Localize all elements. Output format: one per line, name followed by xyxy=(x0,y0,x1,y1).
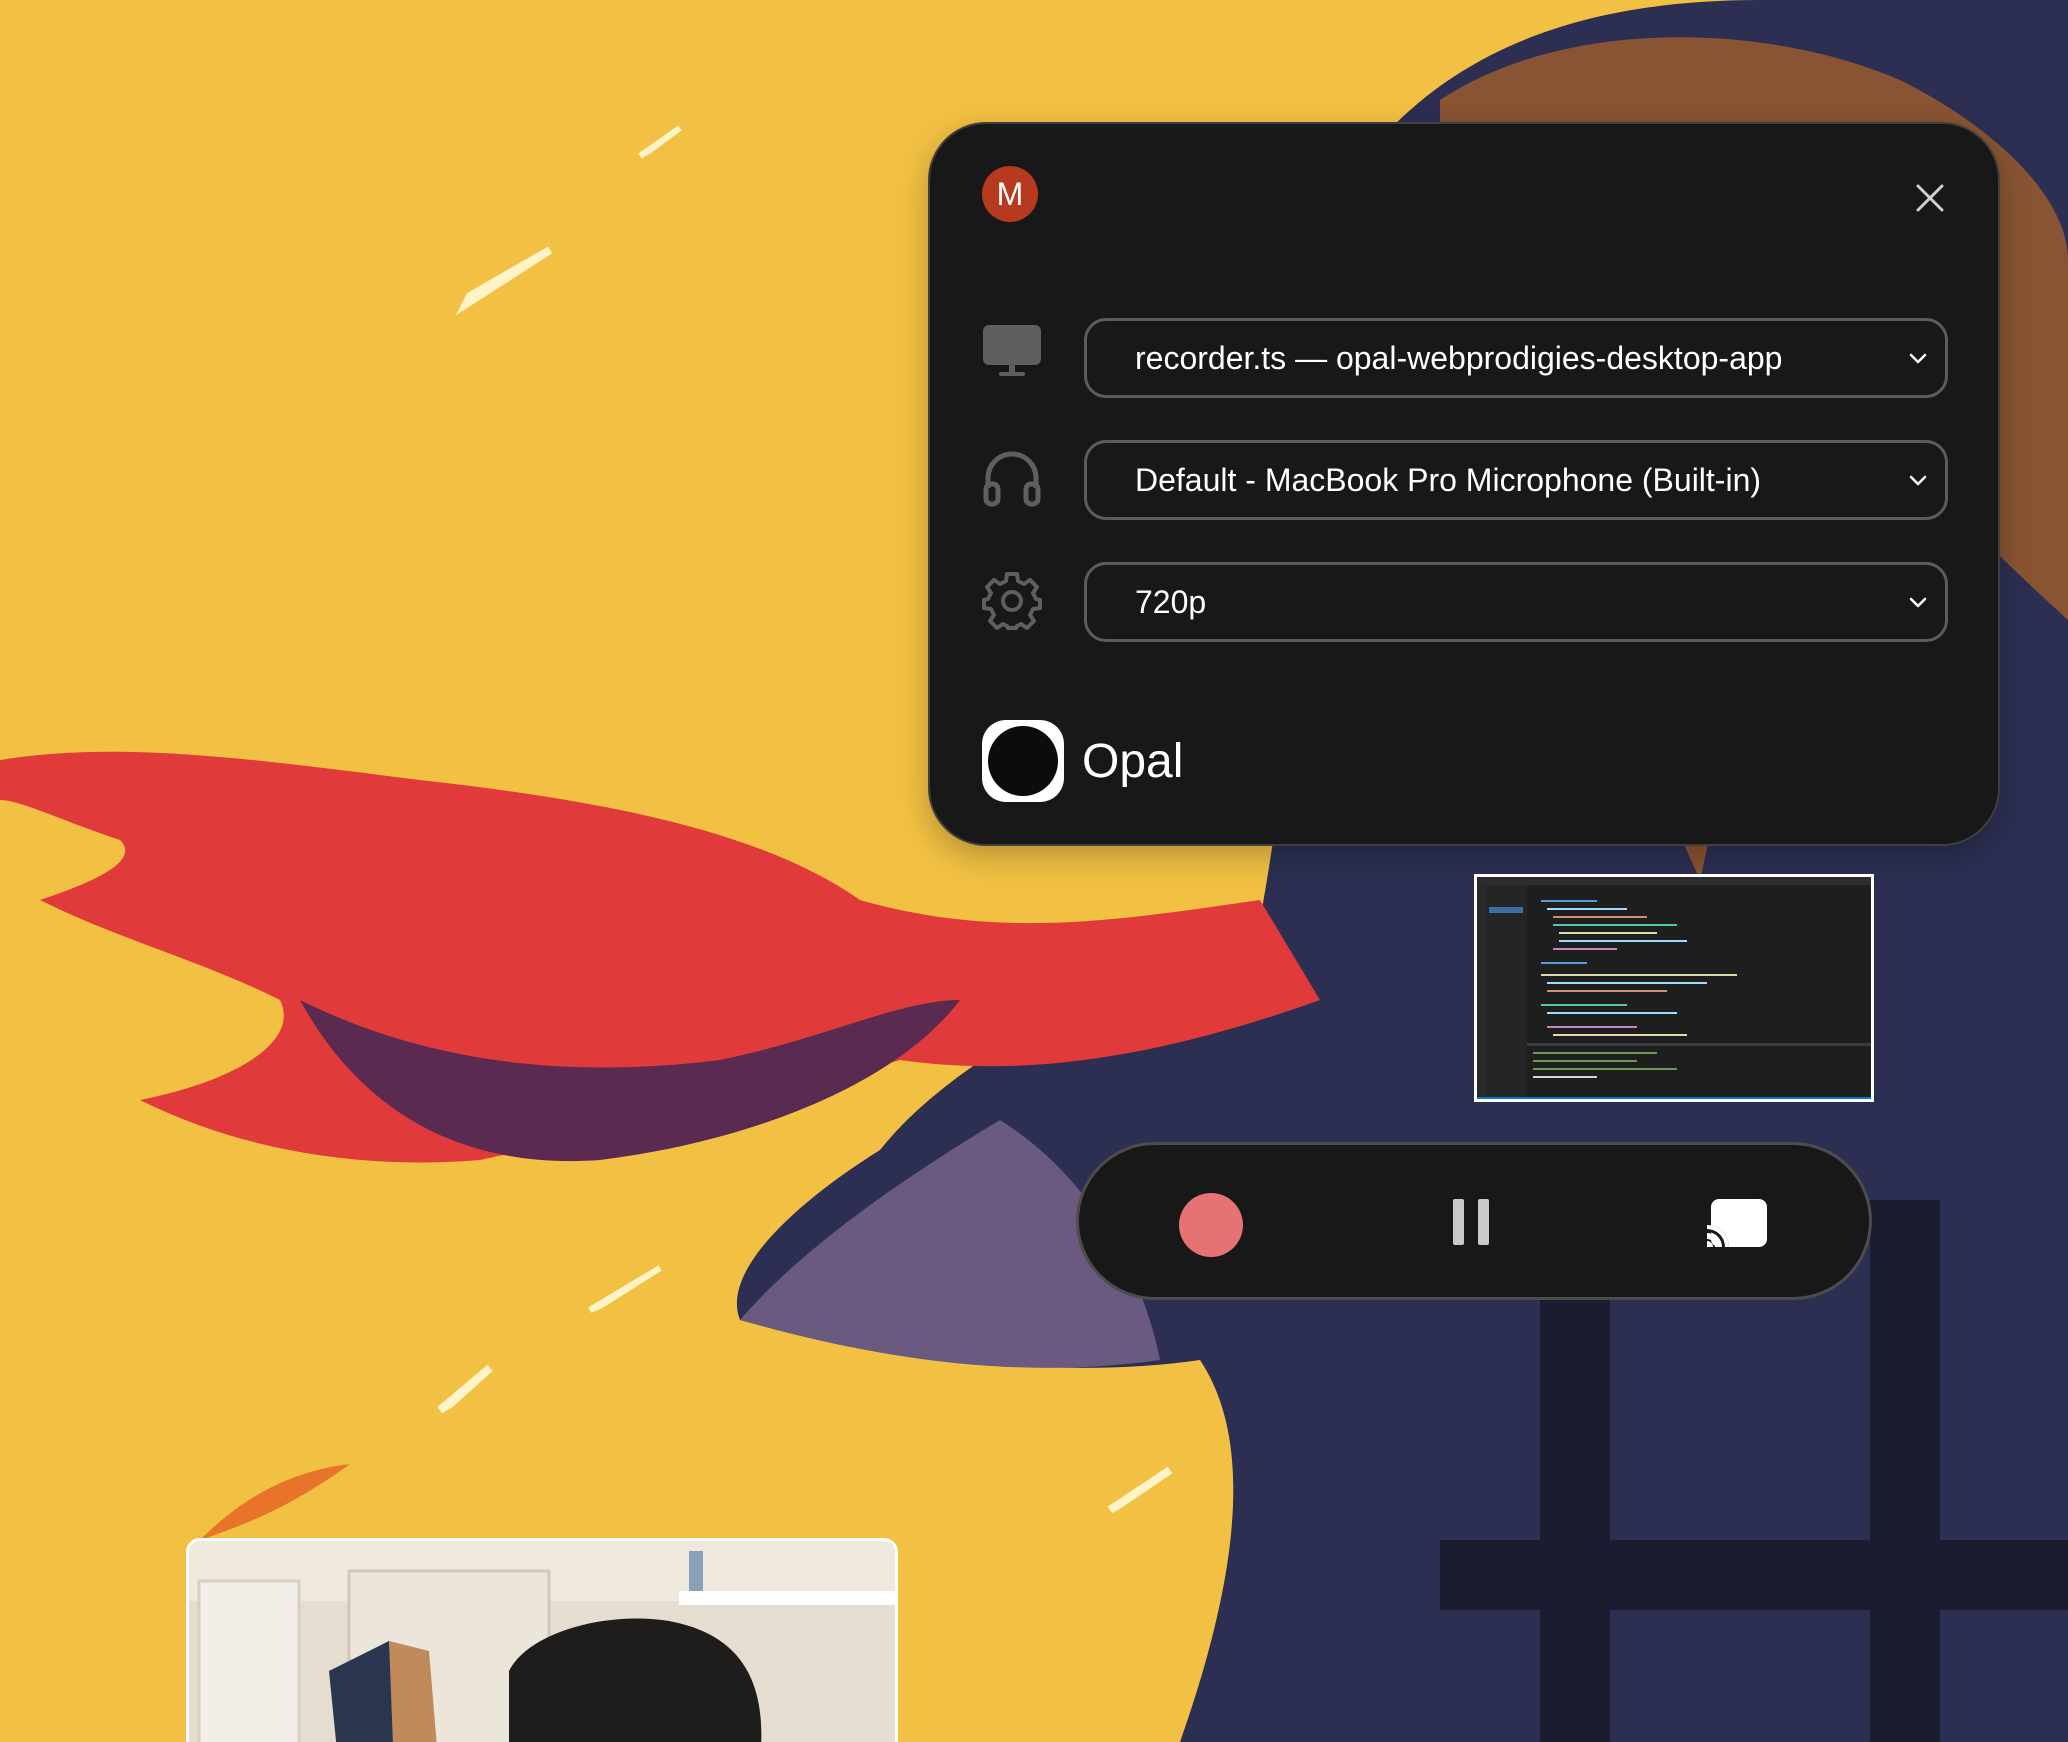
screen-source-select[interactable]: recorder.ts — opal-webprodigies-desktop-… xyxy=(1084,318,1948,398)
recorder-panel: M recorder.ts — opal-webprodigies-deskto… xyxy=(928,122,2000,846)
close-icon[interactable] xyxy=(1912,180,1948,216)
user-avatar[interactable]: M xyxy=(982,166,1038,222)
chevron-down-icon xyxy=(1909,353,1927,364)
audio-input-value: Default - MacBook Pro Microphone (Built-… xyxy=(1135,462,1762,498)
opal-logo xyxy=(982,720,1064,802)
chevron-down-icon xyxy=(1909,597,1927,608)
screen-preview xyxy=(1474,874,1874,1102)
pause-icon xyxy=(1453,1199,1464,1245)
chevron-down-icon xyxy=(1909,475,1927,486)
brand-name: Opal xyxy=(1082,735,1184,788)
quality-value: 720p xyxy=(1135,584,1207,620)
code-editor-thumbnail xyxy=(1477,877,1871,1099)
recording-controls xyxy=(1076,1142,1872,1300)
monitor-icon xyxy=(983,325,1041,376)
headphones-icon xyxy=(983,451,1041,507)
record-button[interactable] xyxy=(1179,1193,1243,1257)
pause-button[interactable] xyxy=(1453,1199,1489,1245)
camera-feed-image xyxy=(189,1541,895,1742)
audio-input-select[interactable]: Default - MacBook Pro Microphone (Built-… xyxy=(1084,440,1948,520)
webcam-preview xyxy=(186,1538,898,1742)
quality-select[interactable]: 720p xyxy=(1084,562,1948,642)
screen-source-value: recorder.ts — opal-webprodigies-desktop-… xyxy=(1135,340,1783,376)
cast-icon[interactable] xyxy=(1707,1197,1769,1249)
gear-icon xyxy=(982,572,1042,630)
